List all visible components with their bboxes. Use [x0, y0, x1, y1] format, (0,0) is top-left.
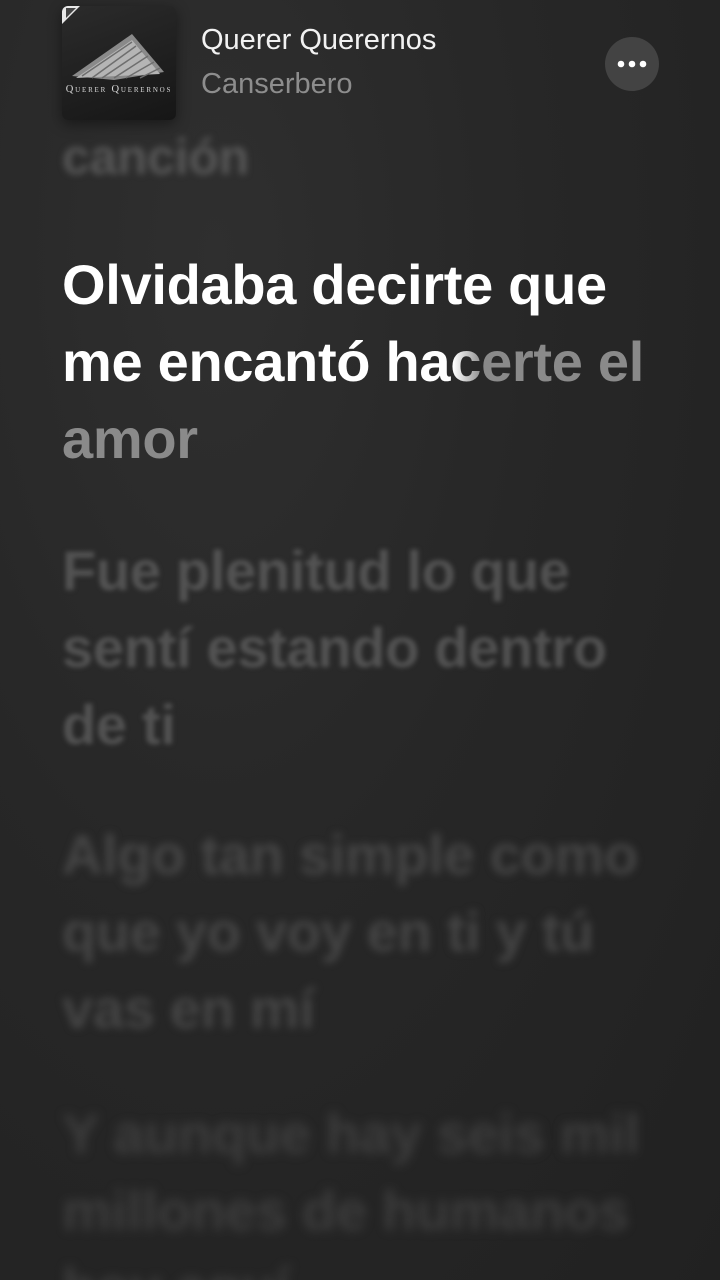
now-playing-header: Querer Querernos Querer Querernos Canser…: [0, 0, 720, 130]
lyric-line-upcoming[interactable]: Y aunque hay seis mil millones de humano…: [62, 1095, 682, 1280]
more-options-button[interactable]: [605, 37, 659, 91]
lyric-line-upcoming[interactable]: Fue plenitud lo que sentí estando dentro…: [62, 532, 682, 763]
ellipsis-icon: [617, 60, 647, 68]
lyric-line-upcoming[interactable]: Algo tan simple como que yo voy en ti y …: [62, 816, 682, 1047]
lyric-line-current[interactable]: Olvidaba decirte que me encantó hacerte …: [62, 246, 682, 477]
album-art-graphic: [62, 6, 164, 80]
album-art[interactable]: Querer Querernos: [62, 6, 176, 120]
lyric-partial-part: c: [450, 330, 482, 393]
album-art-title: Querer Querernos: [65, 84, 173, 95]
lyric-line-previous[interactable]: canción: [62, 122, 682, 192]
song-title[interactable]: Querer Querernos: [201, 24, 436, 57]
song-artist[interactable]: Canserbero: [201, 68, 353, 101]
